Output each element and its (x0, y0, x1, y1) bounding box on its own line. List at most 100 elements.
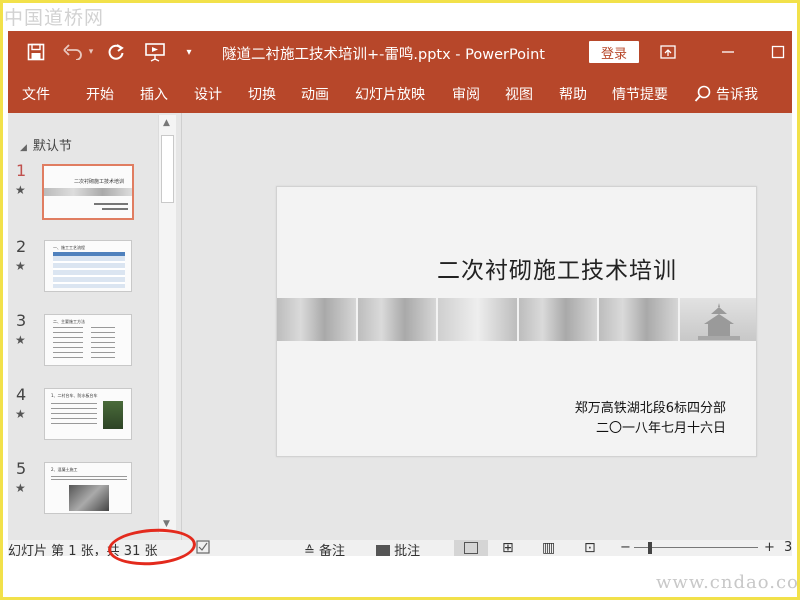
thumb-photo (69, 485, 109, 511)
ribbon-display-icon (660, 45, 676, 59)
animation-star-icon: ★ (15, 259, 26, 273)
zoom-out-button[interactable]: − (620, 540, 631, 555)
reading-view-button[interactable]: ▥ (542, 540, 555, 556)
slide-editing-canvas[interactable]: 二次衬砌施工技术培训 郑万高铁湖北段6标四分部 二〇一八年七月十六日 (182, 113, 792, 540)
maximize-button[interactable] (764, 31, 792, 73)
tab-design[interactable]: 设计 (194, 84, 222, 104)
presentation-icon (145, 43, 165, 62)
thumb-list (53, 327, 83, 361)
section-header[interactable]: ◢ 默认节 (20, 135, 72, 154)
thumb-text-block (51, 476, 127, 481)
slide-number: 2 (16, 237, 27, 256)
collapse-triangle-icon: ◢ (20, 143, 27, 153)
undo-dropdown-icon[interactable]: ▾ (86, 31, 96, 73)
notes-label: 备注 (319, 544, 346, 556)
tab-home[interactable]: 开始 (86, 84, 114, 104)
slide-subtitle-date[interactable]: 二〇一八年七月十六日 (596, 417, 726, 436)
slide-number: 5 (16, 459, 27, 478)
reading-view-icon: ▥ (542, 540, 556, 556)
comment-icon (376, 545, 390, 556)
zoom-in-button[interactable]: + (764, 540, 775, 555)
slide-thumbnail-1[interactable]: 二次衬砌施工技术培训 (42, 164, 134, 220)
tab-insert[interactable]: 插入 (140, 84, 168, 104)
tab-transitions[interactable]: 切换 (248, 84, 276, 104)
animation-star-icon: ★ (15, 407, 26, 421)
slide-thumbnail-3[interactable]: 二、主要施工方法 (44, 314, 132, 366)
temple-silhouette-icon (697, 303, 740, 340)
scroll-up-icon[interactable]: ▲ (163, 118, 170, 128)
zoom-slider-thumb[interactable] (648, 542, 652, 554)
notes-button[interactable]: ≙ 备注 (304, 540, 345, 556)
strip-photo-temple (679, 298, 756, 341)
spell-check-icon[interactable] (196, 540, 210, 556)
comments-label: 批注 (394, 544, 421, 556)
slide-image-strip[interactable] (277, 298, 756, 341)
slide-number: 4 (16, 385, 27, 404)
current-slide[interactable]: 二次衬砌施工技术培训 郑万高铁湖北段6标四分部 二〇一八年七月十六日 (276, 186, 757, 457)
thumb-text-line (102, 208, 128, 210)
normal-view-icon (464, 542, 478, 554)
slideshow-view-button[interactable]: ⊡ (584, 540, 596, 556)
document-title: 隧道二衬施工技术培训+-雷鸣.pptx - PowerPoint (222, 47, 545, 63)
save-button[interactable] (24, 31, 48, 73)
thumb-title: 1、二衬台车、防水板台车 (51, 393, 98, 398)
tab-slideshow[interactable]: 幻灯片放映 (355, 84, 425, 104)
comments-button[interactable]: 批注 (376, 540, 420, 556)
thumb-text-line (94, 203, 128, 205)
slide-thumbnail-2[interactable]: 一、施工工艺流程 (44, 240, 132, 292)
search-icon (694, 85, 711, 102)
undo-icon (63, 44, 82, 60)
thumb-title: 二、主要施工方法 (53, 319, 85, 324)
animation-star-icon: ★ (15, 333, 26, 347)
slide-sorter-view-button[interactable]: ⊞ (502, 540, 514, 556)
thumb-title: 二次衬砌施工技术培训 (74, 179, 125, 185)
tab-view[interactable]: 视图 (505, 84, 533, 104)
slide-thumbnail-5[interactable]: 2、混凝土施工 (44, 462, 132, 514)
ribbon-display-options-button[interactable] (648, 31, 688, 73)
thumb-title: 2、混凝土施工 (51, 467, 78, 472)
normal-view-button[interactable] (454, 540, 488, 556)
undo-button[interactable] (60, 31, 86, 73)
tell-me-label: 告诉我 (716, 87, 758, 103)
minimize-button[interactable] (708, 31, 748, 73)
section-label: 默认节 (32, 139, 72, 154)
strip-photo (518, 298, 597, 341)
strip-photo (599, 298, 678, 341)
watermark-bottom: www.cndao.com (656, 572, 800, 593)
tab-review[interactable]: 审阅 (452, 84, 480, 104)
save-icon (27, 43, 45, 61)
zoom-slider[interactable] (634, 547, 758, 548)
scrollbar-thumb[interactable] (161, 135, 174, 203)
tell-me-search[interactable]: 告诉我 (694, 84, 758, 104)
tab-file[interactable]: 文件 (22, 84, 50, 104)
maximize-icon (771, 45, 785, 59)
strip-photo (438, 298, 517, 341)
slide-title[interactable]: 二次衬砌施工技术培训 (437, 251, 677, 285)
title-bar: ▾ ▾ 隧道二衬施工技术培训+-雷鸣.pptx - PowerPoint 登录 (8, 31, 792, 73)
slide-subtitle-org[interactable]: 郑万高铁湖北段6标四分部 (575, 397, 726, 416)
thumb-photo (103, 401, 123, 429)
watermark-top: 中国道桥网 (4, 7, 105, 29)
tab-storyboard[interactable]: 情节提要 (612, 84, 668, 104)
scroll-down-icon[interactable]: ▼ (163, 519, 170, 529)
minimize-icon (722, 51, 734, 53)
login-button[interactable]: 登录 (589, 41, 639, 63)
slide-number: 3 (16, 311, 27, 330)
thumbnail-scrollbar[interactable]: ▲ ▼ (158, 115, 176, 533)
slideshow-from-start-button[interactable] (142, 31, 168, 73)
strip-photo (277, 298, 356, 341)
main-area: ◢ 默认节 1 ★ 二次衬砌施工技术培训 2 ★ 一、施工工艺流程 3 ★ 二、主… (8, 113, 792, 540)
zoom-level[interactable]: 3 (784, 540, 792, 555)
slide-thumbnail-4[interactable]: 1、二衬台车、防水板台车 (44, 388, 132, 440)
slide-number: 1 (16, 161, 27, 180)
tab-animations[interactable]: 动画 (301, 84, 329, 104)
thumb-image-strip (44, 188, 132, 196)
redo-button[interactable] (104, 31, 128, 73)
tab-help[interactable]: 帮助 (559, 84, 587, 104)
slide-thumbnail-panel[interactable]: ◢ 默认节 1 ★ 二次衬砌施工技术培训 2 ★ 一、施工工艺流程 3 ★ 二、主… (8, 113, 182, 540)
repeat-icon (108, 44, 124, 60)
thumb-list (91, 327, 115, 361)
animation-star-icon: ★ (15, 183, 26, 197)
strip-photo (357, 298, 436, 341)
customize-toolbar-icon[interactable]: ▾ (180, 31, 198, 73)
